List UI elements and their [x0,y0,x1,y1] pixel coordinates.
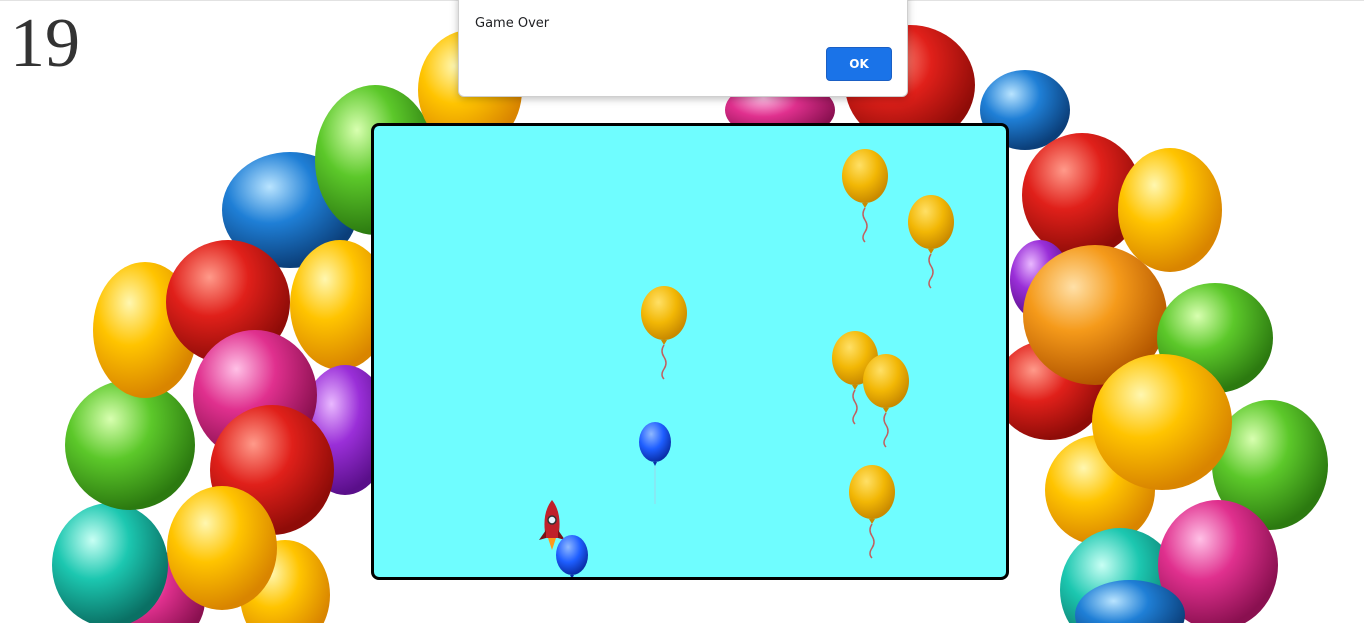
game-scene [539,149,954,577]
yellow-balloon [849,465,895,559]
yellow-balloon [842,149,888,243]
blue-balloon [639,422,671,504]
ok-button[interactable]: OK [826,47,892,81]
yellow-balloon [641,286,687,380]
alert-dialog: Game Over OK [458,0,908,97]
yellow-balloon [908,195,954,289]
game-canvas[interactable] [371,123,1009,580]
yellow-balloon [863,354,909,448]
blue-balloon [556,535,588,577]
dialog-message: Game Over [475,16,550,31]
score-counter: 19 [10,5,80,82]
